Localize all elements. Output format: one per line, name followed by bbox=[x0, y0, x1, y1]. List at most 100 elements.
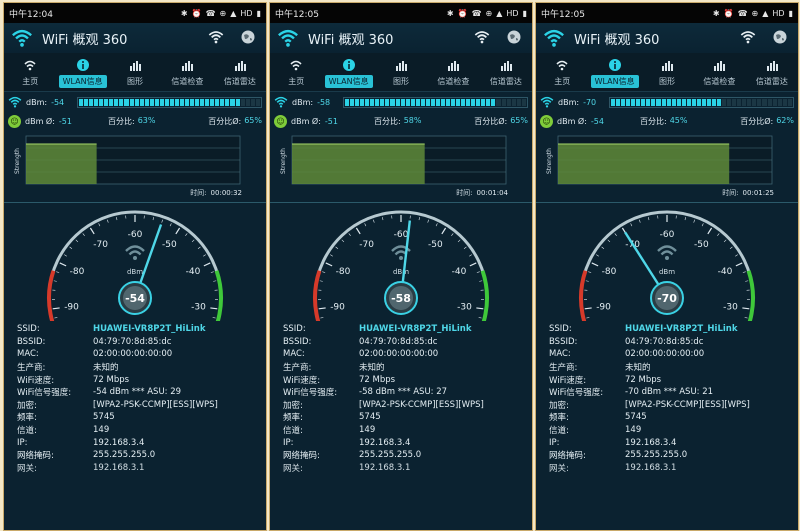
status-indicator: HD bbox=[772, 8, 785, 18]
signal-segment bbox=[691, 98, 696, 106]
info-icon bbox=[608, 59, 621, 71]
tab-1[interactable]: WLAN信息 bbox=[322, 53, 374, 91]
info-value: -54 dBm *** ASU: 29 bbox=[93, 387, 182, 398]
status-indicator: ⏰ bbox=[457, 8, 468, 18]
signal-segment bbox=[486, 98, 491, 106]
bar-chart-icon bbox=[714, 61, 726, 71]
signal-segment bbox=[717, 98, 722, 106]
signal-segment bbox=[185, 98, 190, 106]
info-row: SSID: HUAWEI-VR8P2T_HiLink bbox=[283, 323, 532, 336]
info-key: WiFi速度: bbox=[17, 375, 55, 386]
gauge-tick bbox=[601, 246, 605, 249]
signal-strength-bar bbox=[77, 96, 262, 108]
status-indicator: ⊕ bbox=[485, 8, 493, 18]
tab-4[interactable]: 信道雷达 bbox=[746, 53, 798, 91]
gauge-green-zone bbox=[214, 270, 223, 321]
info-value: 192.168.3.4 bbox=[625, 437, 677, 448]
percent-avg-value: 62% bbox=[776, 115, 794, 125]
info-key: SSID: bbox=[17, 324, 40, 335]
signal-lock-icon bbox=[274, 96, 288, 108]
signal-segment bbox=[119, 98, 124, 106]
percent-avg-value: 65% bbox=[244, 115, 262, 125]
info-value: 未知的 bbox=[93, 363, 119, 374]
globe-icon[interactable] bbox=[772, 29, 788, 45]
wifi-settings-icon[interactable] bbox=[740, 29, 756, 45]
status-indicator: ▲ bbox=[496, 8, 503, 18]
time-row: 时间: 00:00:32 bbox=[4, 188, 266, 200]
info-key: MAC: bbox=[549, 349, 571, 360]
signal-segment bbox=[511, 98, 516, 106]
gauge-wifi-icon bbox=[125, 245, 145, 260]
tab-2[interactable]: 图形 bbox=[641, 53, 693, 91]
bar-chart-icon bbox=[182, 61, 194, 71]
globe-icon[interactable] bbox=[506, 29, 522, 45]
globe-icon[interactable] bbox=[240, 29, 256, 45]
wifi-settings-icon[interactable] bbox=[474, 29, 490, 45]
info-value: 149 bbox=[93, 425, 110, 436]
wlan-info-list: SSID: HUAWEI-VR8P2T_HiLink BSSID: 04:79:70:… bbox=[536, 321, 798, 474]
signal-segment bbox=[159, 98, 164, 106]
signal-segment bbox=[345, 98, 350, 106]
signal-segment bbox=[420, 98, 425, 106]
info-value: 149 bbox=[359, 425, 376, 436]
info-value: HUAWEI-VR8P2T_HiLink bbox=[93, 324, 206, 335]
dbm-value: -70 bbox=[583, 97, 597, 107]
gauge-tick bbox=[89, 227, 95, 235]
gauge-tick bbox=[54, 317, 58, 319]
gauge-tick-label: -50 bbox=[162, 240, 177, 250]
tab-2[interactable]: 图形 bbox=[375, 53, 427, 91]
tab-4[interactable]: 信道雷达 bbox=[480, 53, 532, 91]
average-row: ☺ dBm Ø: -51 百分比: 63% 百分比Ø: 65% bbox=[4, 112, 266, 130]
tab-3[interactable]: 信道检查 bbox=[693, 53, 745, 91]
status-indicator: ⏰ bbox=[723, 8, 734, 18]
app-logo-wifi-icon bbox=[544, 29, 564, 47]
gauge-tick bbox=[82, 233, 85, 237]
info-row: 频率: 5745 bbox=[283, 411, 532, 424]
gauge-tick bbox=[64, 254, 67, 257]
status-indicator: ▮ bbox=[522, 8, 527, 18]
gauge-tick-label: -30 bbox=[457, 302, 472, 312]
signal-segment bbox=[99, 98, 104, 106]
gauge-tick bbox=[59, 262, 67, 267]
info-row: IP: 192.168.3.4 bbox=[549, 436, 798, 449]
tab-2[interactable]: 图形 bbox=[109, 53, 161, 91]
info-row: 频率: 5745 bbox=[549, 411, 798, 424]
signal-segment bbox=[180, 98, 185, 106]
signal-segment bbox=[616, 98, 621, 106]
time-label: 时间: bbox=[190, 189, 207, 197]
gauge-tick bbox=[693, 219, 695, 223]
info-value: 5745 bbox=[359, 412, 381, 423]
phone-screen: 中午12:04 ✱ ⏰ ☎ ⊕ ▲ HD ▮ WiFi 概观 360 主页 WLAN信息 图形 信道检查… bbox=[3, 2, 267, 531]
tab-1[interactable]: WLAN信息 bbox=[588, 53, 640, 91]
status-time: 中午12:05 bbox=[541, 9, 585, 20]
tab-1[interactable]: WLAN信息 bbox=[56, 53, 108, 91]
tab-label: 信道检查 bbox=[703, 77, 736, 86]
status-icons: ✱ ⏰ ☎ ⊕ ▲ HD ▮ bbox=[447, 9, 527, 18]
wlan-info-list: SSID: HUAWEI-VR8P2T_HiLink BSSID: 04:79:70:… bbox=[270, 321, 532, 474]
percent-value: 58% bbox=[403, 115, 422, 125]
tab-0[interactable]: 主页 bbox=[536, 53, 588, 91]
tab-0[interactable]: 主页 bbox=[4, 53, 56, 91]
gauge-tick-label: -70 bbox=[359, 240, 374, 250]
gauge-green-zone bbox=[480, 270, 489, 321]
tab-0[interactable]: 主页 bbox=[270, 53, 322, 91]
app-logo-wifi-icon bbox=[278, 29, 298, 47]
signal-segment bbox=[139, 98, 144, 106]
gauge-tick bbox=[717, 233, 720, 237]
percent-avg-value: 65% bbox=[510, 115, 528, 125]
tab-3[interactable]: 信道检查 bbox=[427, 53, 479, 91]
tab-label: 图形 bbox=[659, 77, 676, 86]
status-indicator: ▲ bbox=[762, 8, 769, 18]
gauge-tick bbox=[98, 223, 101, 227]
signal-segment bbox=[777, 98, 782, 106]
tab-label: 信道雷达 bbox=[489, 77, 522, 86]
gauge-tick bbox=[648, 217, 650, 221]
signal-segment bbox=[405, 98, 410, 106]
gauge-value: -54 bbox=[125, 292, 145, 305]
wifi-settings-icon[interactable] bbox=[208, 29, 224, 45]
tab-bar: 主页 WLAN信息 图形 信道检查 信道雷达 bbox=[536, 53, 798, 92]
tab-4[interactable]: 信道雷达 bbox=[214, 53, 266, 91]
status-indicator: ✱ bbox=[180, 8, 188, 18]
tab-3[interactable]: 信道检查 bbox=[161, 53, 213, 91]
strength-chart: Strength bbox=[542, 134, 790, 188]
